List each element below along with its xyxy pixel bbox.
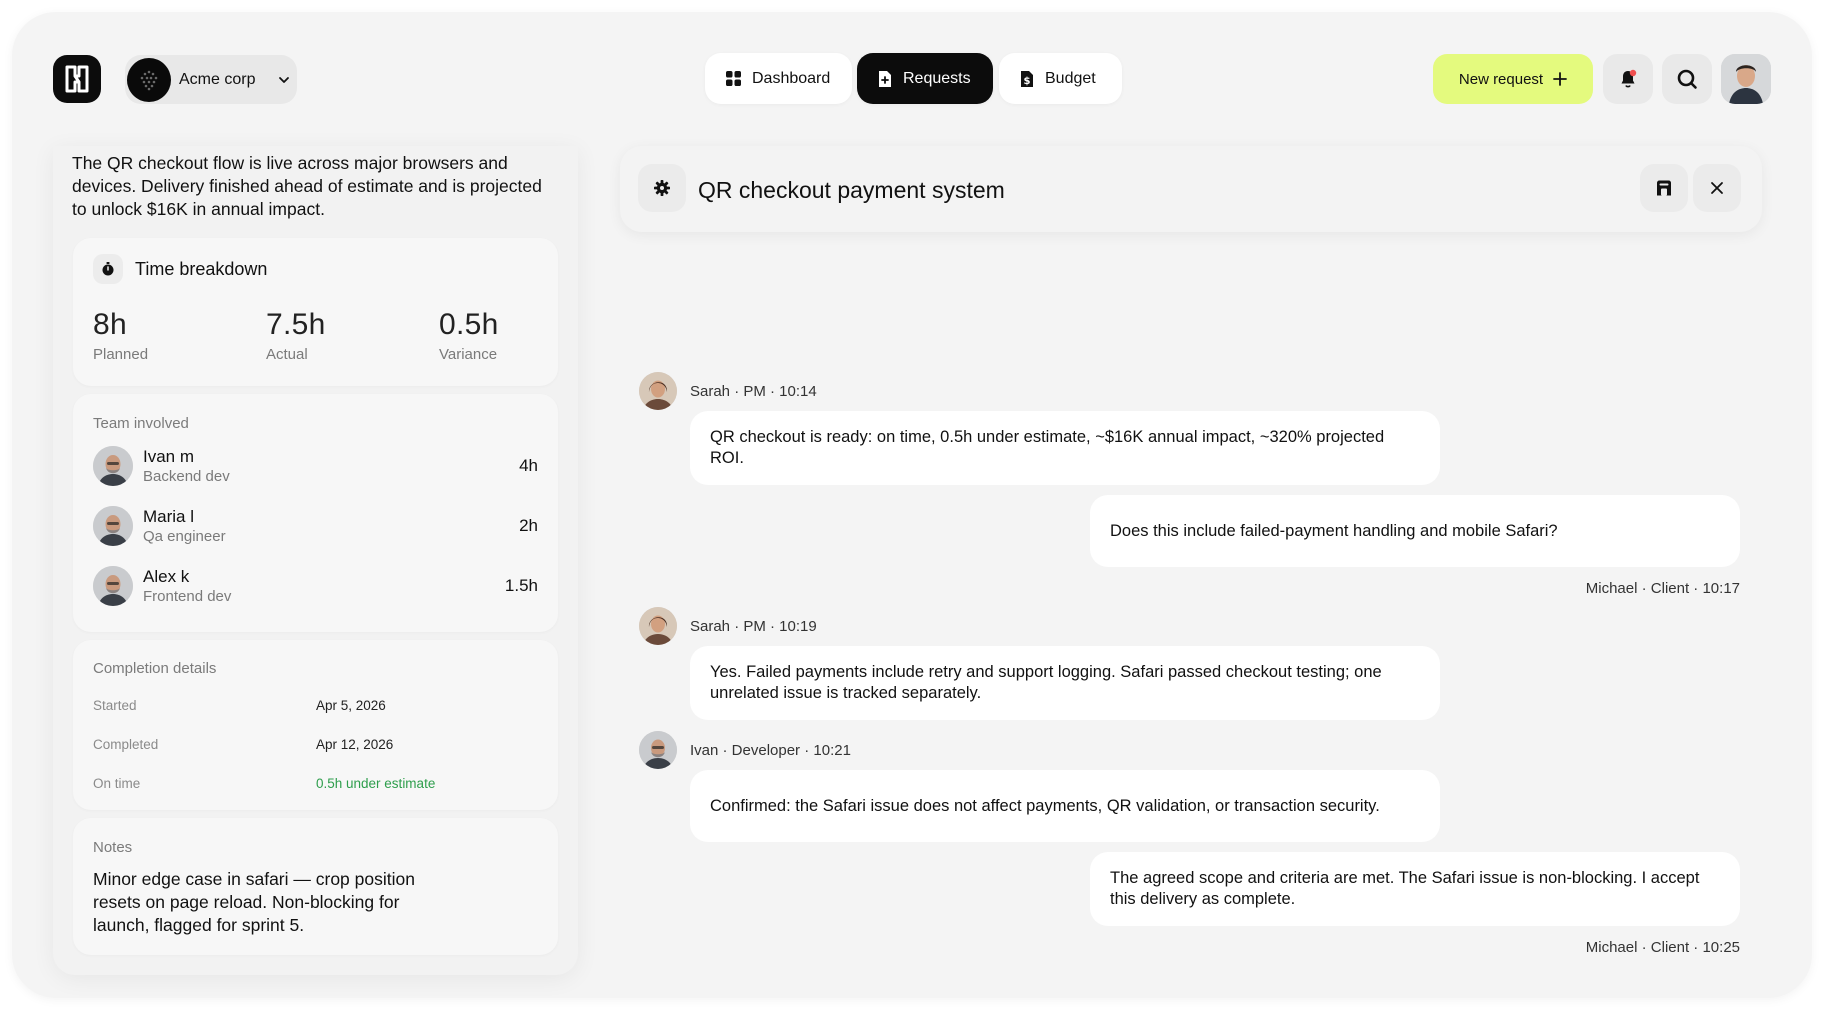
member-name: Maria l: [143, 507, 195, 526]
stat-planned: 8h Planned: [93, 308, 148, 363]
request-title: QR checkout payment system: [698, 177, 1005, 203]
notifications-button[interactable]: [1603, 54, 1653, 104]
stat-value: 0.5h: [439, 308, 499, 341]
tab-requests[interactable]: Requests: [857, 53, 993, 104]
message-text: The agreed scope and criteria are met. T…: [1110, 869, 1700, 908]
completion-details-card: Completion details Started Apr 5, 2026 C…: [73, 640, 558, 810]
request-summary-panel: The QR checkout flow is live across majo…: [53, 146, 578, 975]
time-breakdown-title: Time breakdown: [135, 258, 268, 279]
member-name: Ivan m: [143, 447, 195, 466]
notes-title: Notes: [93, 839, 133, 856]
member-role: Frontend dev: [143, 588, 232, 605]
tab-requests-label: Requests: [903, 69, 971, 87]
tab-budget[interactable]: $ Budget: [999, 53, 1122, 104]
member-name: Alex k: [143, 567, 190, 586]
member-avatar: [93, 566, 133, 606]
stat-label: Actual: [266, 346, 308, 363]
message-bubble: Confirmed: the Safari issue does not aff…: [690, 770, 1440, 842]
svg-text:$: $: [1024, 76, 1031, 87]
member-hours: 2h: [519, 516, 538, 535]
dollar-document-icon: $: [1021, 70, 1033, 87]
detail-row-on-time: On time 0.5h under estimate: [93, 776, 538, 791]
team-member[interactable]: Maria l Qa engineer 2h: [93, 504, 538, 548]
notes-text: Minor edge case in safari — crop positio…: [93, 869, 415, 935]
time-breakdown-card: Time breakdown 8h Planned 7.5h Actual 0.…: [73, 238, 558, 386]
message-meta: Michael · Client · 10:17: [1585, 580, 1740, 597]
completion-details-title: Completion details: [93, 660, 217, 677]
member-hours: 1.5h: [504, 576, 538, 595]
org-avatar: [127, 57, 171, 102]
message-bubble: QR checkout is ready: on time, 0.5h unde…: [690, 411, 1440, 485]
user-avatar-image: [1721, 54, 1771, 104]
sender-avatar[interactable]: [639, 372, 677, 410]
team-involved-card: Team involved Ivan m Backend dev 4h Mari…: [73, 394, 558, 632]
message-meta: Michael · Client · 10:25: [1585, 939, 1740, 956]
org-name: Acme corp: [179, 70, 256, 88]
new-request-button[interactable]: New request: [1433, 54, 1593, 104]
search-icon: [1677, 69, 1697, 89]
close-button[interactable]: [1693, 164, 1741, 212]
sender-avatar[interactable]: [639, 607, 677, 645]
notes-card: Notes Minor edge case in safari — crop p…: [73, 818, 558, 955]
request-title-bar: QR checkout payment system: [620, 146, 1762, 232]
member-avatar: [93, 446, 133, 486]
message-meta: Ivan · Developer · 10:21: [690, 742, 851, 759]
stat-value: 7.5h: [266, 308, 326, 341]
sender-avatar[interactable]: [639, 731, 677, 769]
detail-key: Started: [93, 698, 137, 713]
message-meta: Sarah · PM · 10:14: [690, 383, 817, 400]
bell-icon: [1621, 69, 1637, 88]
message-text: Confirmed: the Safari issue does not aff…: [710, 796, 1380, 815]
team-member[interactable]: Ivan m Backend dev 4h: [93, 444, 538, 488]
detail-key: On time: [93, 776, 141, 791]
tab-budget-label: Budget: [1045, 69, 1096, 87]
stat-variance: 0.5h Variance: [439, 308, 499, 363]
request-settings-button[interactable]: [638, 164, 686, 212]
member-role: Backend dev: [143, 468, 230, 485]
close-icon: [1711, 182, 1723, 194]
message-text: QR checkout is ready: on time, 0.5h unde…: [710, 428, 1385, 467]
logo-icon: [65, 65, 89, 93]
stat-value: 8h: [93, 308, 127, 341]
message-text: Yes. Failed payments include retry and s…: [710, 663, 1382, 702]
archive-icon: [1657, 180, 1671, 196]
tab-dashboard[interactable]: Dashboard: [705, 53, 852, 104]
org-switcher[interactable]: Acme corp: [125, 55, 297, 104]
detail-key: Completed: [93, 737, 159, 752]
message-bubble: The agreed scope and criteria are met. T…: [1090, 852, 1740, 926]
team-member[interactable]: Alex k Frontend dev 1.5h: [93, 564, 538, 608]
archive-button[interactable]: [1640, 164, 1688, 212]
tab-dashboard-label: Dashboard: [752, 69, 831, 87]
detail-value: Apr 5, 2026: [316, 698, 386, 713]
grid-icon: [726, 71, 741, 86]
team-involved-title: Team involved: [93, 415, 189, 432]
stopwatch-icon: [93, 254, 123, 284]
member-avatar: [93, 506, 133, 546]
org-logo-icon: [140, 70, 158, 90]
plus-icon: [1553, 72, 1568, 86]
member-role: Qa engineer: [143, 528, 226, 545]
gear-icon: [654, 180, 670, 196]
on-time-status: 0.5h under estimate: [316, 776, 436, 791]
search-button[interactable]: [1662, 54, 1712, 104]
summary-text: The QR checkout flow is live across majo…: [72, 153, 542, 219]
detail-row-completed: Completed Apr 12, 2026: [93, 737, 538, 752]
document-icon: [879, 70, 891, 87]
user-avatar[interactable]: [1721, 54, 1771, 104]
message-bubble: Does this include failed-payment handlin…: [1090, 495, 1740, 567]
detail-value: Apr 12, 2026: [316, 737, 394, 752]
stat-actual: 7.5h Actual: [266, 308, 326, 363]
chevron-down-icon: [279, 76, 290, 83]
detail-row-started: Started Apr 5, 2026: [93, 698, 538, 713]
stat-label: Planned: [93, 346, 149, 363]
stat-label: Variance: [439, 346, 498, 363]
new-request-label: New request: [1458, 70, 1544, 88]
member-hours: 4h: [519, 456, 538, 475]
message-text: Does this include failed-payment handlin…: [1110, 521, 1558, 540]
message-bubble: Yes. Failed payments include retry and s…: [690, 646, 1440, 720]
app-logo[interactable]: [53, 55, 101, 103]
message-meta: Sarah · PM · 10:19: [690, 618, 817, 635]
